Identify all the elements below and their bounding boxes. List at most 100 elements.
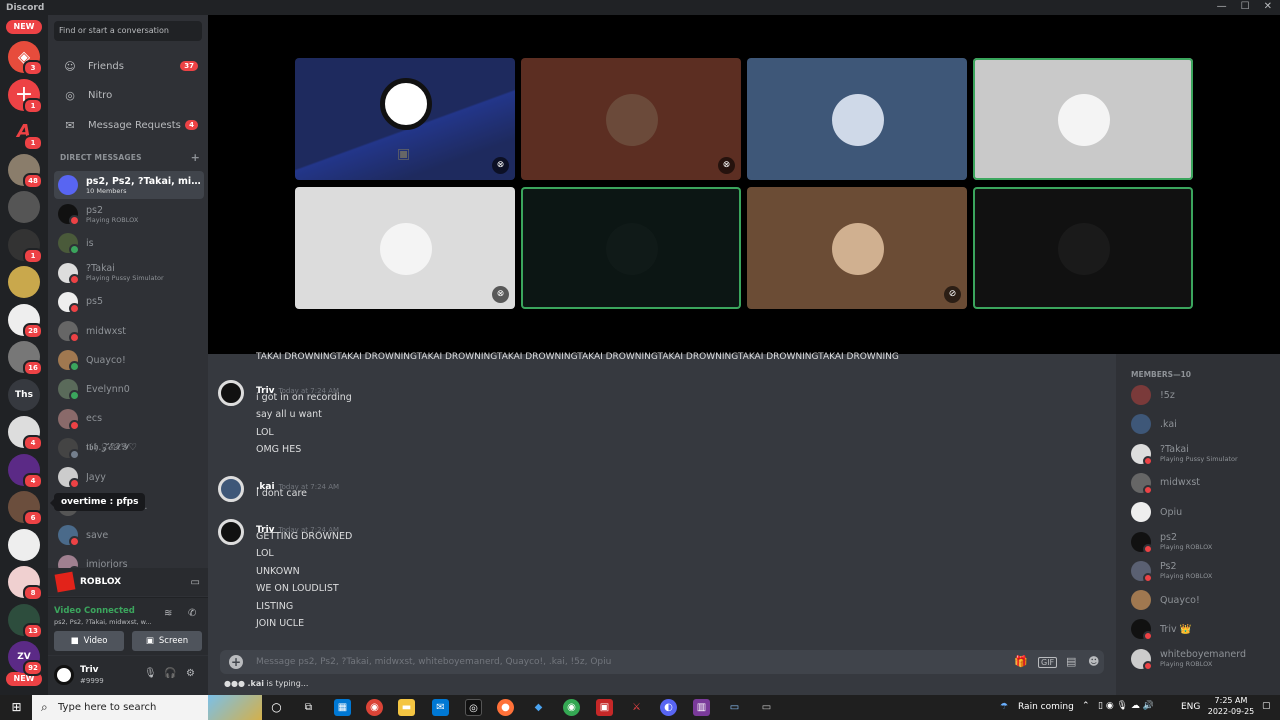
- server-9[interactable]: Ths: [8, 378, 40, 411]
- nav-friends[interactable]: ☺ Friends 37: [54, 54, 204, 78]
- message-avatar[interactable]: [218, 519, 244, 545]
- video-tile[interactable]: ⊗: [521, 58, 741, 180]
- obs-icon[interactable]: ◎: [465, 699, 482, 716]
- find-conversation-input[interactable]: Find or start a conversation: [54, 21, 202, 41]
- dropbox-icon[interactable]: ◆: [530, 699, 547, 716]
- server-2[interactable]: A1: [8, 116, 43, 151]
- taskbar-search-input[interactable]: Type here to search: [58, 702, 156, 713]
- disconnect-icon[interactable]: ✆: [188, 608, 196, 619]
- clock-date[interactable]: 2022-09-25: [1206, 707, 1256, 716]
- sword-app-icon[interactable]: ⚔: [628, 699, 645, 716]
- message-avatar[interactable]: [218, 380, 244, 406]
- server-5[interactable]: 1: [8, 228, 43, 264]
- video-tile[interactable]: ▣ ⊗: [295, 58, 515, 180]
- message-avatar[interactable]: [218, 476, 244, 502]
- member-item[interactable]: Quayco!: [1131, 588, 1200, 612]
- notifications-icon[interactable]: ▢: [1262, 701, 1271, 711]
- member-item[interactable]: !5z: [1131, 383, 1175, 407]
- server-14[interactable]: 8: [8, 566, 43, 601]
- server-11[interactable]: 4: [8, 453, 43, 489]
- video-tile[interactable]: [973, 187, 1193, 309]
- server-15[interactable]: 13: [8, 603, 43, 639]
- app-icon[interactable]: ▣: [596, 699, 613, 716]
- settings-gear-icon[interactable]: ⚙: [186, 668, 195, 679]
- server-12[interactable]: 6: [8, 491, 43, 526]
- tray-app-icons[interactable]: ▯ ◉ 🎙 ☁ 🔊: [1098, 701, 1154, 711]
- close-icon[interactable]: ✕: [1264, 1, 1272, 12]
- gif-icon[interactable]: GIF: [1038, 657, 1058, 668]
- nav-nitro[interactable]: ◎ Nitro: [54, 83, 204, 107]
- sticker-icon[interactable]: ▤: [1066, 655, 1076, 668]
- monitor-icon[interactable]: ▭: [191, 577, 200, 588]
- server-13[interactable]: [8, 528, 40, 561]
- taskbar-search[interactable]: ⌕ Type here to search: [32, 695, 262, 720]
- app-window-icon-2[interactable]: ▭: [758, 699, 775, 716]
- server-8[interactable]: 16: [8, 341, 43, 376]
- mail-icon[interactable]: ✉: [432, 699, 449, 716]
- video-tile[interactable]: [973, 58, 1193, 180]
- dm-item[interactable]: Jayy: [54, 463, 204, 491]
- user-avatar[interactable]: [54, 665, 74, 685]
- server-10[interactable]: 4: [8, 416, 43, 451]
- cortana-icon[interactable]: ○: [268, 699, 285, 716]
- emoji-icon[interactable]: ☻: [1088, 655, 1099, 668]
- member-item[interactable]: .kai: [1131, 412, 1177, 436]
- dm-group-active[interactable]: ps2, Ps2, ?Takai, midw...10 Members: [54, 171, 204, 199]
- video-button[interactable]: ■ Video: [54, 631, 124, 651]
- screen-share-button[interactable]: ▣ Screen: [132, 631, 202, 651]
- message-input[interactable]: Message ps2, Ps2, ?Takai, midwxst, white…: [256, 657, 611, 667]
- winrar-icon[interactable]: ▥: [693, 699, 710, 716]
- new-unreads-pill[interactable]: NEW: [6, 20, 42, 34]
- attach-plus-icon[interactable]: +: [229, 655, 243, 669]
- server-16[interactable]: ZV 92: [8, 641, 43, 676]
- dm-item[interactable]: ecs: [54, 405, 204, 433]
- video-tile[interactable]: ⊘: [747, 187, 967, 309]
- member-item[interactable]: whiteboyemanerd Playing ROBLOX: [1131, 647, 1246, 671]
- gift-icon[interactable]: 🎁: [1014, 655, 1028, 668]
- dm-item[interactable]: Evelynn0: [54, 375, 204, 403]
- member-item[interactable]: midwxst: [1131, 471, 1200, 495]
- message-composer[interactable]: + Message ps2, Ps2, ?Takai, midwxst, whi…: [220, 650, 1104, 674]
- windows-start-icon[interactable]: ⊞: [8, 699, 25, 716]
- headphones-icon[interactable]: 🎧: [164, 668, 176, 679]
- microphone-icon[interactable]: 🎙: [144, 668, 157, 679]
- member-item[interactable]: ps2 Playing ROBLOX: [1131, 530, 1212, 554]
- member-item[interactable]: Ps2 Playing ROBLOX: [1131, 559, 1212, 583]
- discord-taskbar-icon[interactable]: ◐: [660, 699, 677, 716]
- dm-item[interactable]: 𝖙𝖇𝖍.𝓩𝓔𝓧𝓨♡: [54, 434, 204, 462]
- server-3[interactable]: 48: [8, 153, 43, 189]
- chrome-alt-icon[interactable]: ◉: [563, 699, 580, 716]
- firefox-icon[interactable]: ●: [497, 699, 514, 716]
- dm-item[interactable]: Quayco!: [54, 346, 204, 374]
- maximize-icon[interactable]: ☐: [1241, 1, 1250, 12]
- video-tile[interactable]: [747, 58, 967, 180]
- server-0[interactable]: ◈ 3: [8, 41, 43, 76]
- server-6[interactable]: [8, 266, 40, 298]
- server-7[interactable]: 28: [8, 303, 43, 339]
- store-icon[interactable]: ▦: [334, 699, 351, 716]
- app-window-icon[interactable]: ▭: [726, 699, 743, 716]
- server-4[interactable]: [8, 191, 40, 223]
- video-tile[interactable]: ⊗: [295, 187, 515, 309]
- noise-suppression-icon[interactable]: ≋: [164, 608, 172, 619]
- dm-item[interactable]: is: [54, 229, 204, 257]
- file-explorer-icon[interactable]: ▬: [398, 699, 415, 716]
- video-tile[interactable]: [521, 187, 741, 309]
- tray-chevron-icon[interactable]: ⌃: [1082, 701, 1090, 711]
- task-view-icon[interactable]: ⧉: [300, 699, 317, 716]
- language-indicator[interactable]: ENG: [1181, 702, 1200, 712]
- member-item[interactable]: Triv 👑: [1131, 617, 1191, 642]
- server-1[interactable]: +1: [8, 78, 43, 114]
- member-item[interactable]: ?Takai Playing Pussy Simulator: [1131, 442, 1238, 466]
- weather-text[interactable]: Rain coming: [1018, 702, 1074, 712]
- dm-item[interactable]: ?Takai Playing Pussy Simulator: [54, 259, 204, 287]
- create-dm-icon[interactable]: +: [191, 151, 200, 164]
- chrome-icon[interactable]: ◉: [366, 699, 383, 716]
- member-item[interactable]: Opiu: [1131, 500, 1182, 524]
- clock-time[interactable]: 7:25 AM: [1208, 696, 1254, 705]
- nav-message-requests[interactable]: ✉ Message Requests 4: [54, 113, 204, 137]
- dm-item[interactable]: save: [54, 521, 204, 549]
- minimize-icon[interactable]: —: [1217, 1, 1227, 12]
- dm-item[interactable]: ps2 Playing ROBLOX: [54, 200, 204, 228]
- dm-item[interactable]: ps5: [54, 288, 204, 316]
